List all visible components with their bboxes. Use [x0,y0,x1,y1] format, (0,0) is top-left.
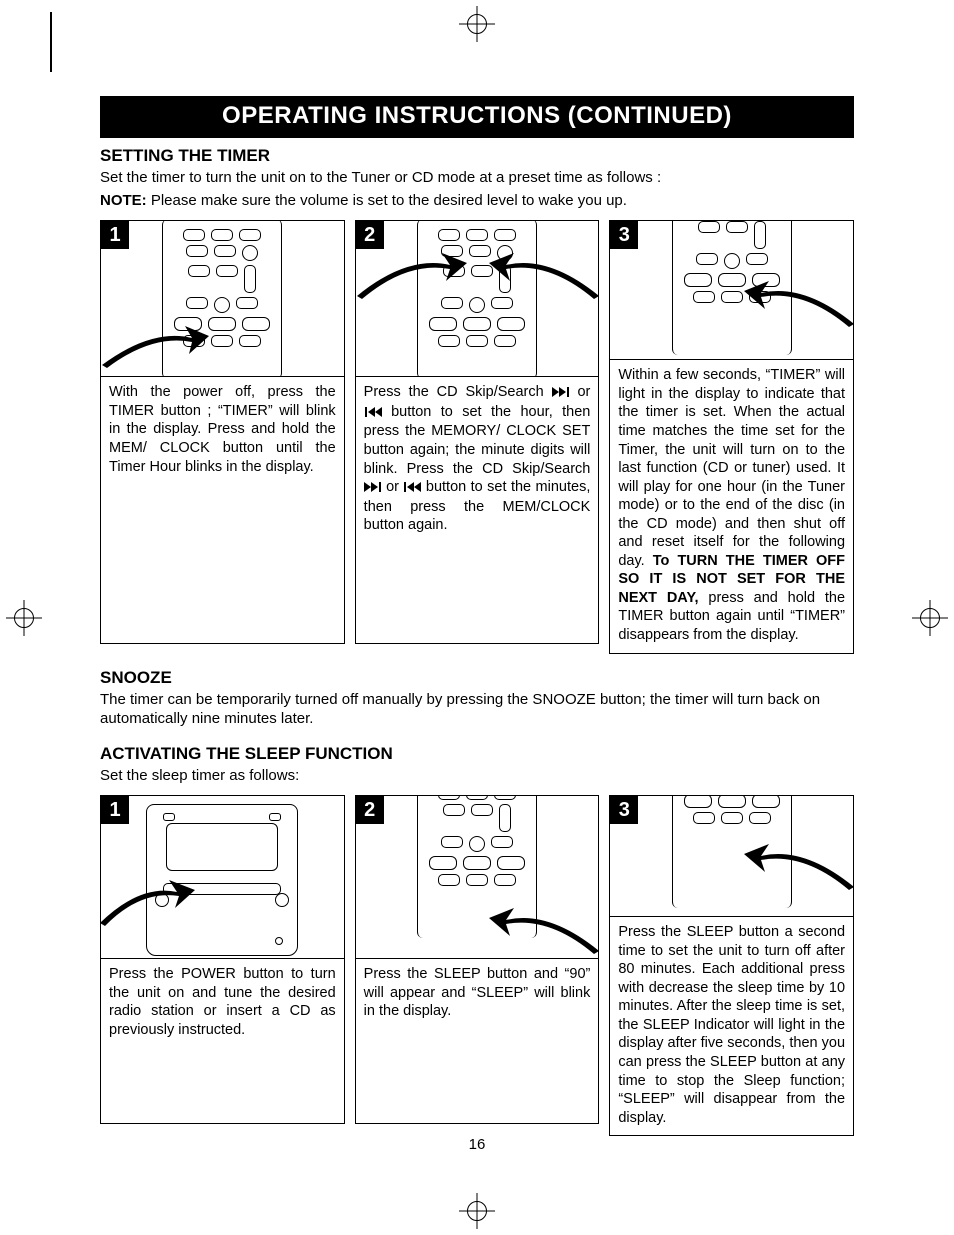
main-unit-icon [146,804,298,956]
step-badge: 2 [356,221,384,249]
snooze-text: The timer can be temporarily turned off … [100,690,854,728]
text-fragment: Press the CD Skip/Search [364,384,552,400]
sleep-step-2-text: Press the SLEEP button and “90” will app… [355,959,600,1124]
page-title-banner: OPERATING INSTRUCTIONS (CONTINUED) [100,96,854,138]
sleep-step-2: 2 Press the SLEEP button and “90” will a… [355,795,600,1136]
sleep-step-2-illustration: 2 [355,795,600,959]
step-badge: 1 [101,796,129,824]
timer-step-2: 2 Press the CD Skip/Search [355,220,600,653]
sleep-step-3: 3 Press the SLEEP button a second time t… [609,795,854,1136]
remote-control-icon [162,220,282,377]
section-heading-sleep: ACTIVATING THE SLEEP FUNCTION [100,744,854,764]
sleep-intro: Set the sleep timer as follows: [100,766,854,785]
skip-back-icon [403,479,421,498]
text-fragment: or [386,479,403,495]
step-badge: 2 [356,796,384,824]
section-heading-timer: SETTING THE TIMER [100,146,854,166]
skip-forward-icon [364,479,382,498]
registration-mark-icon [459,6,495,42]
sleep-step-1: 1 Press the POWER button to turn the uni… [100,795,345,1136]
timer-step-1-illustration: 1 [100,220,345,377]
step-badge: 3 [610,221,638,249]
remote-control-icon [672,795,792,908]
step-badge: 1 [101,221,129,249]
sleep-step-1-illustration: 1 [100,795,345,959]
sleep-step-3-illustration: 3 [609,795,854,917]
sleep-steps-row: 1 Press the POWER button to turn the uni… [100,795,854,1136]
sleep-step-3-text: Press the SLEEP button a second time to … [609,917,854,1136]
timer-step-1-text: With the power off, press the TIMER butt… [100,377,345,644]
text-fragment: button to set the hour, then press the M… [364,404,591,477]
text-fragment: or [577,384,590,400]
sleep-step-1-text: Press the POWER button to turn the unit … [100,959,345,1124]
section-heading-snooze: SNOOZE [100,668,854,688]
remote-control-icon [417,220,537,377]
step-badge: 3 [610,796,638,824]
timer-note: NOTE: Please make sure the volume is set… [100,191,854,210]
crop-mark-icon [50,12,60,72]
registration-mark-icon [459,1193,495,1229]
remote-control-icon [417,795,537,938]
text-fragment: Within a few seconds, “TIMER” will light… [618,367,845,568]
timer-step-3: 3 Within a few seconds, “TIMER” will lig… [609,220,854,653]
timer-intro: Set the timer to turn the unit on to the… [100,168,854,187]
registration-mark-icon [6,600,42,636]
timer-steps-row: 1 With the power off, press the TIMER bu… [100,220,854,653]
registration-mark-icon [912,600,948,636]
note-label: NOTE: [100,192,147,209]
timer-step-3-text: Within a few seconds, “TIMER” will light… [609,360,854,653]
timer-step-2-illustration: 2 [355,220,600,377]
note-text: Please make sure the volume is set to th… [147,192,627,209]
timer-step-2-text: Press the CD Skip/Search or button to se… [355,377,600,644]
manual-page: OPERATING INSTRUCTIONS (CONTINUED) SETTI… [0,0,954,1235]
skip-back-icon [364,404,382,423]
remote-control-icon [672,220,792,355]
skip-forward-icon [552,384,570,403]
timer-step-1: 1 With the power off, press the TIMER bu… [100,220,345,653]
timer-step-3-illustration: 3 [609,220,854,360]
page-number: 16 [469,1136,486,1153]
